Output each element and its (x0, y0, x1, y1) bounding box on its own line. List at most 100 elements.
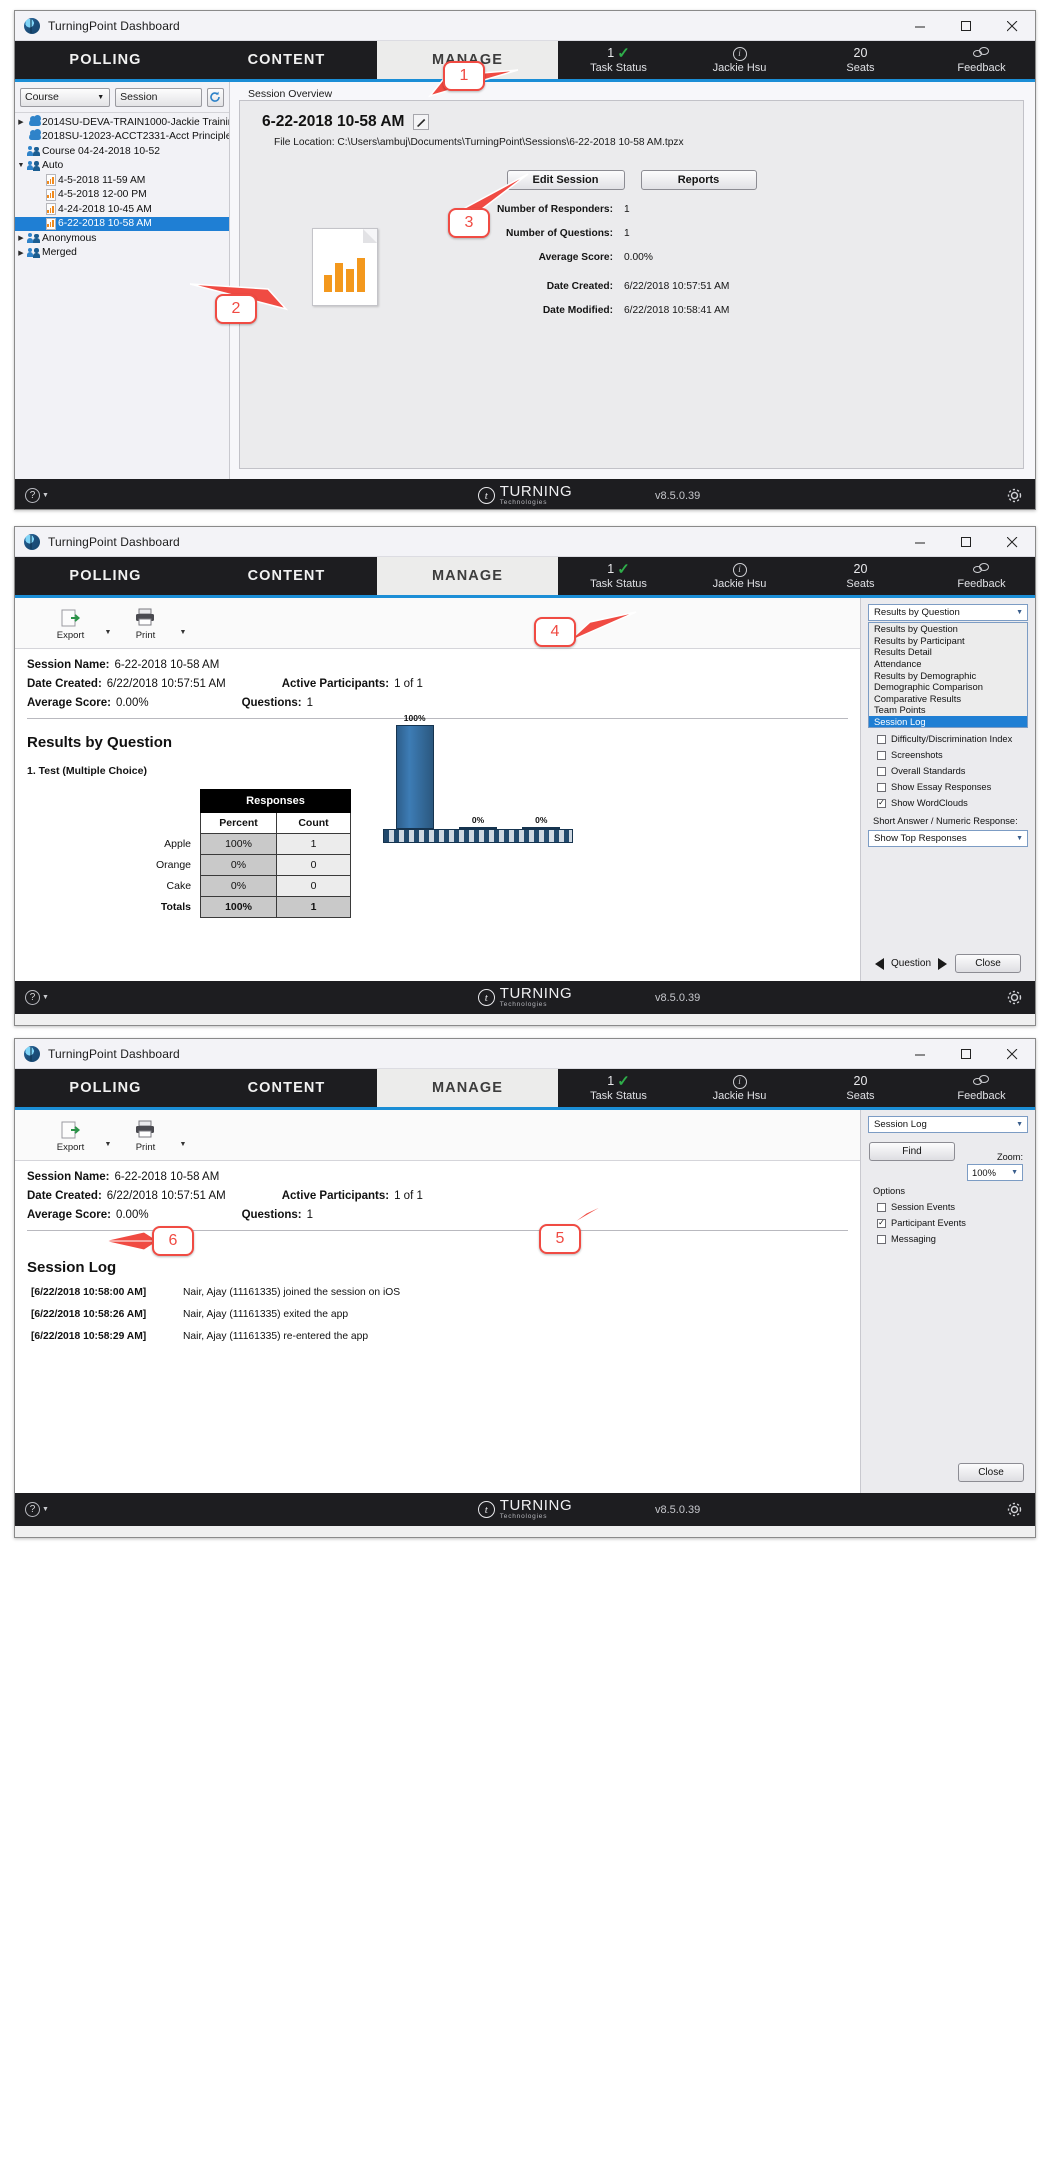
feedback-item[interactable]: Feedback (921, 557, 1035, 595)
tree-item[interactable]: ▶ 2014SU-DEVA-TRAIN1000-Jackie Training C… (15, 114, 229, 130)
session-filter-select[interactable]: Session (115, 87, 202, 107)
user-item[interactable]: i Jackie Hsu (679, 41, 800, 79)
print-dropdown-arrow[interactable]: ▼ (173, 604, 193, 642)
dropdown-option[interactable]: Comparative Results (869, 693, 1027, 705)
next-question-icon[interactable] (938, 957, 948, 970)
export-button[interactable]: Export (43, 606, 98, 641)
close-button[interactable]: Close (958, 1463, 1024, 1482)
checkbox[interactable] (877, 750, 886, 760)
checkbox[interactable]: ✓ (877, 1218, 886, 1228)
tab-content[interactable]: CONTENT (196, 557, 377, 595)
tree-item[interactable]: 4-24-2018 10-45 AM (15, 202, 229, 217)
seats-item[interactable]: 20 Seats (800, 557, 921, 595)
gear-icon[interactable] (1006, 989, 1023, 1006)
tree-item[interactable]: ▼ Auto (15, 159, 229, 174)
option-row[interactable]: Show Essay Responses (877, 782, 1035, 792)
checkbox[interactable] (877, 734, 886, 744)
report-type-select[interactable]: Session Log ▼ (868, 1116, 1028, 1133)
tree-item[interactable]: ▶ Anonymous (15, 231, 229, 246)
maximize-button[interactable] (943, 1039, 989, 1069)
minimize-button[interactable] (897, 11, 943, 41)
close-button[interactable] (989, 11, 1035, 41)
tree-item[interactable]: 4-5-2018 12-00 PM (15, 188, 229, 203)
option-row[interactable]: Session Events (877, 1202, 1035, 1212)
tree-item[interactable]: Course 04-24-2018 10-52 (15, 144, 229, 159)
report-type-options-list[interactable]: Results by Question Results by Participan… (868, 622, 1028, 729)
help-chevron-icon[interactable]: ▼ (42, 994, 49, 1001)
user-item[interactable]: i Jackie Hsu (679, 1069, 800, 1107)
print-dropdown-arrow[interactable]: ▼ (173, 1116, 193, 1154)
seats-item[interactable]: 20 Feedback Seats (800, 41, 921, 79)
dropdown-option[interactable]: Demographic Comparison (869, 681, 1027, 693)
tab-manage[interactable]: MANAGE (377, 557, 558, 595)
checkbox[interactable] (877, 1234, 886, 1244)
refresh-button[interactable] (206, 87, 224, 107)
course-filter-select[interactable]: Course ▼ (20, 87, 111, 107)
zoom-select[interactable]: 100% ▼ (967, 1164, 1023, 1181)
help-chevron-icon[interactable]: ▼ (42, 1506, 49, 1513)
help-icon[interactable]: ? (25, 990, 40, 1005)
checkbox[interactable] (877, 1202, 886, 1212)
dropdown-option[interactable]: Results by Demographic (869, 669, 1027, 681)
tab-polling[interactable]: POLLING (15, 1069, 196, 1107)
edit-name-pencil-icon[interactable] (413, 114, 430, 130)
tree-item[interactable]: 4-5-2018 11-59 AM (15, 173, 229, 188)
task-status-item[interactable]: 1 ✓ Task Status (558, 1069, 679, 1107)
tab-polling[interactable]: POLLING (15, 557, 196, 595)
twisty-icon[interactable]: ▶ (15, 118, 27, 126)
task-status-item[interactable]: 1 ✓ Task Status (558, 557, 679, 595)
option-row[interactable]: ✓ Show WordClouds (877, 798, 1035, 808)
export-dropdown-arrow[interactable]: ▼ (98, 1116, 118, 1154)
twisty-icon[interactable]: ▼ (15, 162, 27, 169)
minimize-button[interactable] (897, 1039, 943, 1069)
dropdown-option[interactable]: Team Points (869, 704, 1027, 716)
tab-polling[interactable]: POLLING (15, 41, 196, 79)
dropdown-option[interactable]: Results by Question (869, 623, 1027, 635)
seats-item[interactable]: 20 Seats (800, 1069, 921, 1107)
feedback-item[interactable]: Feedback (921, 1069, 1035, 1107)
tab-manage[interactable]: MANAGE (377, 1069, 558, 1107)
dropdown-option[interactable]: Attendance (869, 658, 1027, 670)
gear-icon[interactable] (1006, 1501, 1023, 1518)
option-row[interactable]: Messaging (877, 1234, 1035, 1244)
close-button[interactable] (989, 1039, 1035, 1069)
tab-content[interactable]: CONTENT (196, 41, 377, 79)
tree-item[interactable]: 6-22-2018 10-58 AM (15, 216, 229, 231)
twisty-icon[interactable]: ▶ (15, 249, 27, 257)
task-status-item[interactable]: 1 ✓ Task Status (558, 41, 679, 79)
question-nav[interactable]: Question (874, 957, 948, 970)
dropdown-option[interactable]: Results by Participant (869, 635, 1027, 647)
dropdown-option[interactable]: Session Log (869, 715, 1027, 728)
option-row[interactable]: Difficulty/Discrimination Index (877, 734, 1035, 744)
find-button[interactable]: Find (869, 1142, 955, 1161)
export-button[interactable]: Export (43, 1118, 98, 1153)
help-icon[interactable]: ? (25, 1502, 40, 1517)
print-button[interactable]: Print (118, 1118, 173, 1153)
checkbox[interactable]: ✓ (877, 798, 886, 808)
gear-icon[interactable] (1006, 487, 1023, 504)
minimize-button[interactable] (897, 527, 943, 557)
dropdown-option[interactable]: Results Detail (869, 646, 1027, 658)
prev-question-icon[interactable] (874, 957, 884, 970)
close-button[interactable]: Close (955, 954, 1022, 973)
checkbox[interactable] (877, 766, 886, 776)
maximize-button[interactable] (943, 11, 989, 41)
option-row[interactable]: Screenshots (877, 750, 1035, 760)
maximize-button[interactable] (943, 527, 989, 557)
tree-item[interactable]: ▶ Merged (15, 246, 229, 261)
twisty-icon[interactable]: ▶ (15, 234, 27, 242)
help-icon[interactable]: ? (25, 488, 40, 503)
print-button[interactable]: Print (118, 606, 173, 641)
short-answer-select[interactable]: Show Top Responses ▼ (868, 830, 1028, 848)
option-row[interactable]: Overall Standards (877, 766, 1035, 776)
tree-item[interactable]: 2018SU-12023-ACCT2331-Acct Principles I … (15, 129, 229, 145)
report-type-select[interactable]: Results by Question ▼ (868, 604, 1028, 621)
feedback-item[interactable]: Feedback (921, 41, 1035, 79)
checkbox[interactable] (877, 782, 886, 792)
close-button[interactable] (989, 527, 1035, 557)
reports-button[interactable]: Reports (640, 170, 757, 190)
user-item[interactable]: i Jackie Hsu (679, 557, 800, 595)
option-row[interactable]: ✓ Participant Events (877, 1218, 1035, 1228)
export-dropdown-arrow[interactable]: ▼ (98, 604, 118, 642)
help-chevron-icon[interactable]: ▼ (42, 492, 49, 499)
